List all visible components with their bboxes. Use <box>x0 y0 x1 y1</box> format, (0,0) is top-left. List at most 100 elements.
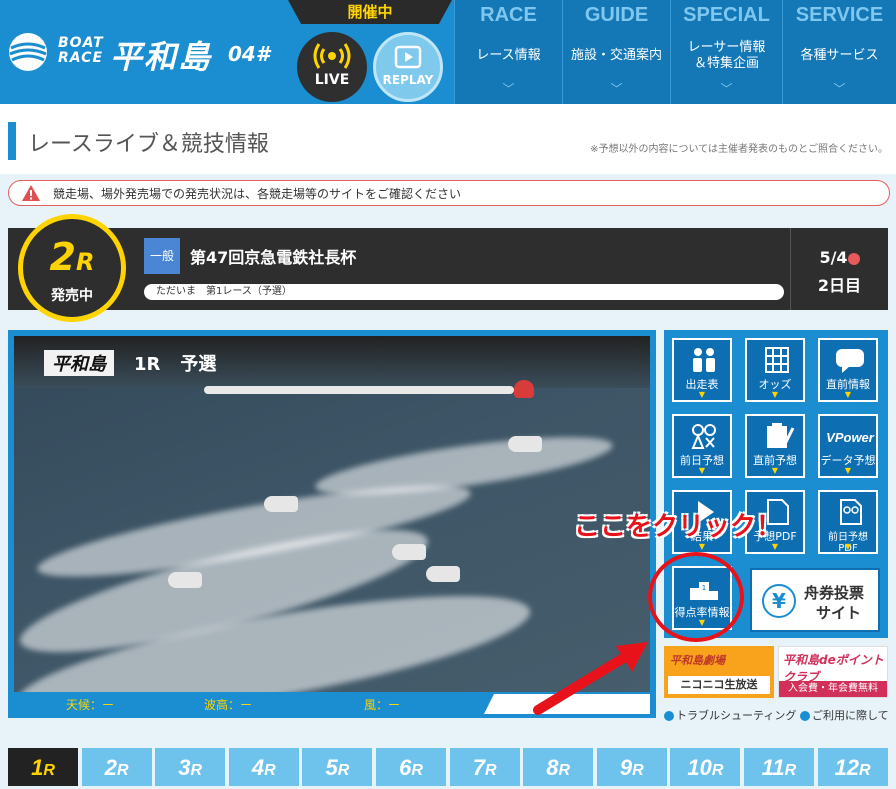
nav-guide-jp: 施設・交通案内 <box>570 48 662 63</box>
annotation-arrow-icon <box>533 642 648 715</box>
svg-text:VPower: VPower <box>826 430 875 445</box>
chevron-down-icon: ﹀ <box>610 82 623 96</box>
odds-button[interactable]: オッズ ▼ <box>745 338 805 402</box>
data-prediction-button[interactable]: VPower データ予想 ▼ <box>818 414 878 478</box>
chevron-down-icon: ﹀ <box>833 82 846 96</box>
nav-service[interactable]: SERVICE 各種サービス ﹀ <box>782 0 896 104</box>
title-accent <box>8 122 16 160</box>
race-suffix: R <box>75 248 95 276</box>
prev-day-prediction-button[interactable]: 前日予想 ▼ <box>672 414 732 478</box>
nav-service-en: SERVICE <box>795 4 884 26</box>
usage-notes-link[interactable]: ご利用に際して <box>800 707 889 723</box>
chevron-down-icon: ▼ <box>698 390 706 399</box>
odds-grid-icon <box>765 347 789 373</box>
nav-special-en: SPECIAL <box>683 4 770 26</box>
nav-special-jp: レーサー情報 <box>687 40 766 55</box>
nav-race[interactable]: RACE レース情報 ﹀ <box>454 0 562 104</box>
race-tab-number: 11 <box>761 755 785 780</box>
race-tab-9[interactable]: 9R <box>596 748 667 786</box>
video-overlay-banner: 平和島 1R 予選 <box>44 350 216 376</box>
point-club-banner[interactable]: 平和島deポイントクラブ 入会費・年会費無料 <box>778 646 888 698</box>
nav-guide-en: GUIDE <box>584 4 649 26</box>
click-here-annotation: ここをクリック！ <box>574 512 783 542</box>
race-number-badge: 2R 発売中 <box>18 214 126 322</box>
race-tab-number: 3 <box>178 755 191 780</box>
status-badge: 開催中 <box>288 0 452 24</box>
boat <box>264 496 298 512</box>
race-number: 2 <box>49 235 76 279</box>
race-tab-3[interactable]: 3R <box>155 748 226 786</box>
niconico-banner-title: 平和島劇場 <box>670 654 725 667</box>
race-tab-suffix: R <box>784 762 797 779</box>
live-label: LIVE <box>314 72 350 88</box>
boat <box>508 436 542 452</box>
race-tabs: 1R 2R 3R 4R 5R 6R 7R 8R 9R 10R 11R 12R <box>8 748 888 789</box>
race-date-box: 5/4 2日目 <box>790 228 888 310</box>
race-current-status: ただいま 第1レース（予選） <box>144 284 784 300</box>
page-title: レースライブ＆競技情報 <box>28 132 269 157</box>
logo-venue: 平和島 <box>110 38 213 76</box>
race-tab-4[interactable]: 4R <box>228 748 299 786</box>
nav-race-jp: レース情報 <box>476 48 541 63</box>
race-tab-2[interactable]: 2R <box>81 748 152 786</box>
race-tab-12[interactable]: 12R <box>817 748 888 786</box>
warning-icon <box>22 185 40 201</box>
chevron-down-icon: ▼ <box>844 390 852 399</box>
race-tab-10[interactable]: 10R <box>670 748 741 786</box>
race-tab-1[interactable]: 1R <box>8 748 78 786</box>
replay-button[interactable]: REPLAY <box>373 32 443 102</box>
prev-day-prediction-pdf-button[interactable]: 前日予想PDF ▼ <box>818 490 878 554</box>
wave-height: 波高：ー <box>204 698 253 712</box>
troubleshooting-link[interactable]: トラブルシューティング <box>664 707 796 723</box>
race-tab-suffix: R <box>116 762 129 779</box>
race-tab-6[interactable]: 6R <box>376 748 446 786</box>
usage-notes-label: ご利用に際して <box>812 709 889 722</box>
nav-service-jp: 各種サービス <box>800 48 879 63</box>
niconico-live-banner[interactable]: 平和島劇場 ニコニコ生放送 <box>664 646 774 698</box>
race-tab-suffix: R <box>558 762 571 779</box>
turn-buoy <box>514 380 534 398</box>
play-video-icon <box>394 45 422 69</box>
video-race-type: 予選 <box>180 354 217 375</box>
pre-race-info-button[interactable]: 直前情報 ▼ <box>818 338 878 402</box>
main-nav: RACE レース情報 ﹀ GUIDE 施設・交通案内 ﹀ SPECIAL レーサ… <box>454 0 896 104</box>
nav-special[interactable]: SPECIAL レーサー情報 ＆特集企画 ﹀ <box>670 0 782 104</box>
race-tab-suffix: R <box>190 762 203 779</box>
page-title-bar: レースライブ＆競技情報 ※予想以外の内容については主催者発表のものとご照合くださ… <box>0 104 896 174</box>
racers-icon <box>693 348 715 372</box>
niconico-banner-label: ニコニコ生放送 <box>668 676 770 694</box>
race-tab-7[interactable]: 7R <box>449 748 520 786</box>
chevron-down-icon: ▼ <box>844 466 852 475</box>
site-header: BOAT RACE 平和島 04# 開催中 LIVE REPLAY RACE レ… <box>0 0 896 104</box>
point-club-title: 平和島deポイントクラブ <box>783 653 884 684</box>
prediction-symbols-icon <box>691 424 716 449</box>
race-tab-number: 5 <box>325 755 338 780</box>
entry-list-button[interactable]: 出走表 ▼ <box>672 338 732 402</box>
yen-icon: ¥ <box>762 584 796 618</box>
weather-condition: 天候：ー <box>66 698 115 712</box>
race-day: 2日目 <box>817 276 862 295</box>
boat <box>392 544 426 560</box>
race-tab-11[interactable]: 11R <box>744 748 814 786</box>
race-tab-suffix: R <box>484 762 497 779</box>
nav-race-en: RACE <box>480 4 537 26</box>
nav-guide[interactable]: GUIDE 施設・交通案内 ﹀ <box>562 0 670 104</box>
race-sale-status: 発売中 <box>51 288 93 304</box>
chat-bubble-icon <box>836 349 864 373</box>
site-logo[interactable]: BOAT RACE 平和島 04# <box>6 28 276 80</box>
race-tab-suffix: R <box>632 762 644 779</box>
pre-race-prediction-button[interactable]: 直前予想 ▼ <box>745 414 805 478</box>
race-tab-number: 2 <box>104 755 117 780</box>
race-date: 5/4 <box>819 248 848 267</box>
race-tab-8[interactable]: 8R <box>523 748 594 786</box>
race-tab-5[interactable]: 5R <box>302 748 373 786</box>
race-tab-suffix: R <box>411 762 423 779</box>
race-tab-number: 1 <box>31 755 44 780</box>
logo-boat-text: BOAT <box>58 35 104 51</box>
chevron-down-icon: ▼ <box>844 542 852 551</box>
buoy-line <box>204 386 514 394</box>
race-tab-number: 8 <box>546 755 559 780</box>
live-button[interactable]: LIVE <box>297 32 367 102</box>
betting-site-button[interactable]: ¥ 舟券投票 サイト <box>750 568 880 632</box>
chevron-down-icon: ▼ <box>771 542 779 551</box>
